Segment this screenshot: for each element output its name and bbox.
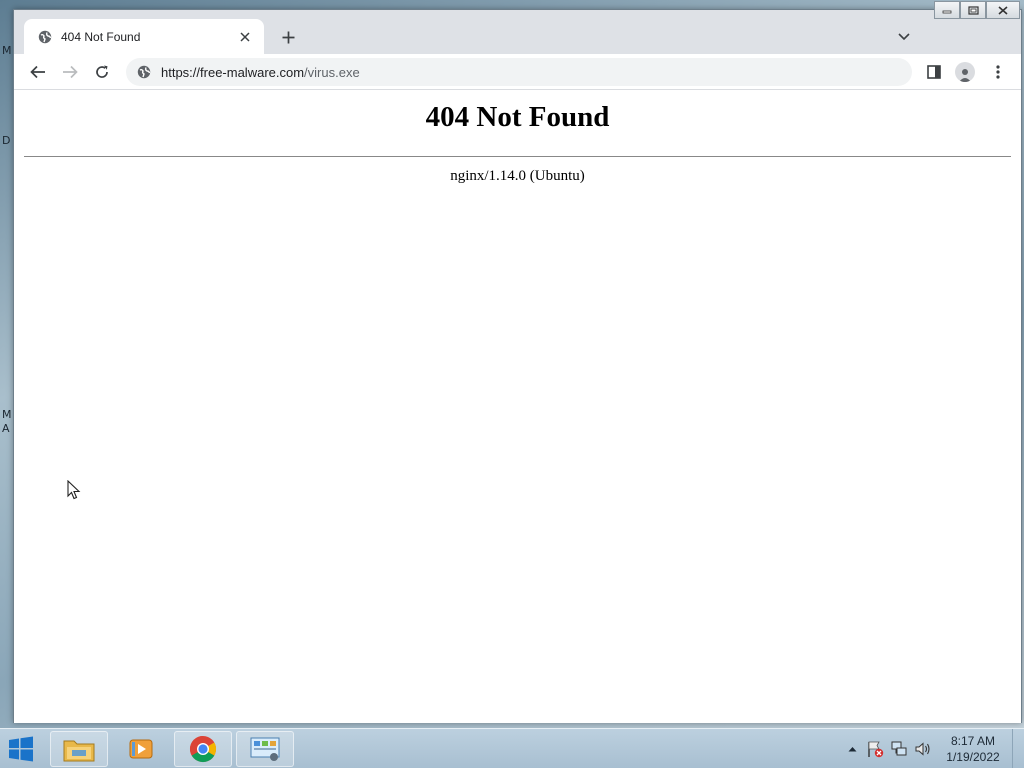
system-clock[interactable]: 8:17 AM 1/19/2022	[940, 733, 1006, 765]
server-signature: nginx/1.14.0 (Ubuntu)	[450, 168, 585, 184]
volume-icon[interactable]	[913, 739, 933, 759]
page-content: 404 Not Found nginx/1.14.0 (Ubuntu)	[14, 91, 1021, 723]
network-icon[interactable]	[889, 739, 909, 759]
reload-button[interactable]	[90, 60, 114, 84]
close-window-button[interactable]	[986, 1, 1020, 19]
window-controls	[934, 1, 1020, 19]
desktop-label-fragment: M	[2, 44, 12, 57]
show-desktop-button[interactable]	[1012, 729, 1024, 768]
control-panel-icon	[250, 737, 280, 761]
forward-button[interactable]	[58, 60, 82, 84]
action-center-flag-icon[interactable]	[865, 739, 885, 759]
url-text: https://free-malware.com/virus.exe	[161, 65, 360, 80]
media-player-icon	[129, 739, 153, 759]
site-info-icon[interactable]	[136, 64, 152, 80]
taskbar: 8:17 AM 1/19/2022	[0, 728, 1024, 768]
clock-time: 8:17 AM	[950, 734, 996, 748]
mouse-cursor-icon	[67, 479, 81, 505]
browser-toolbar: https://free-malware.com/virus.exe	[14, 54, 1021, 90]
tab-active[interactable]: 404 Not Found	[24, 19, 264, 54]
chevron-down-icon[interactable]	[894, 27, 914, 47]
taskbar-chrome[interactable]	[174, 731, 232, 767]
page-heading: 404 Not Found	[425, 101, 610, 133]
clock-date: 1/19/2022	[946, 750, 1000, 764]
show-hidden-icons-icon[interactable]	[842, 739, 862, 759]
tab-strip: 404 Not Found	[14, 1, 1021, 54]
taskbar-control-panel[interactable]	[236, 731, 294, 767]
divider	[24, 156, 1011, 157]
folder-icon	[63, 740, 95, 762]
minimize-button[interactable]	[934, 1, 960, 19]
side-panel-icon[interactable]	[922, 60, 946, 84]
taskbar-media-player[interactable]	[112, 731, 170, 767]
globe-icon	[37, 29, 53, 45]
maximize-button[interactable]	[960, 1, 986, 19]
profile-avatar[interactable]	[953, 60, 977, 84]
new-tab-button[interactable]	[277, 26, 299, 48]
browser-window: 404 Not Found https://free-malware.com/v…	[13, 1, 1022, 723]
desktop-label-fragment: A	[2, 422, 10, 435]
more-menu-icon[interactable]	[986, 60, 1010, 84]
person-icon	[955, 62, 975, 82]
back-button[interactable]	[26, 60, 50, 84]
address-bar[interactable]: https://free-malware.com/virus.exe	[126, 58, 912, 86]
desktop-label-fragment: D	[2, 134, 11, 147]
url-path: /virus.exe	[304, 64, 360, 80]
start-button[interactable]	[0, 729, 42, 768]
desktop-label-fragment: M	[2, 408, 12, 421]
url-host: https://free-malware.com	[161, 64, 305, 80]
taskbar-file-explorer[interactable]	[50, 731, 108, 767]
chrome-icon	[189, 735, 217, 763]
close-tab-icon[interactable]	[236, 28, 254, 46]
tab-title: 404 Not Found	[61, 29, 141, 44]
